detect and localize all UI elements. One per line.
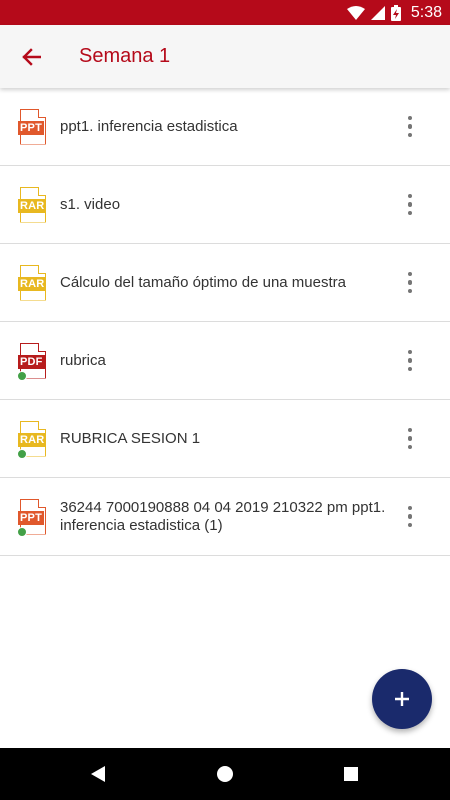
nav-home-button[interactable] (195, 748, 255, 800)
nav-recents-button[interactable] (321, 748, 381, 800)
more-options-icon[interactable] (398, 424, 422, 454)
file-type-label: PDF (18, 354, 45, 369)
plus-icon (395, 692, 409, 706)
more-options-icon[interactable] (398, 268, 422, 298)
more-options-icon[interactable] (398, 502, 422, 532)
file-row[interactable]: RAR RUBRICA SESION 1 (0, 400, 450, 478)
app-bar: Semana 1 (0, 25, 450, 88)
file-row[interactable]: PDF rubrica (0, 322, 450, 400)
file-type-label: RAR (18, 432, 47, 447)
page-title: Semana 1 (79, 45, 171, 67)
more-options-icon[interactable] (398, 112, 422, 142)
recents-square-icon (344, 767, 358, 781)
status-bar: 5:38 (0, 0, 450, 25)
file-row[interactable]: PPT ppt1. inferencia estadistica (0, 88, 450, 166)
file-name: s1. video (60, 195, 121, 213)
file-name: Cálculo del tamaño óptimo de una muestra (60, 273, 346, 291)
ppt-file-icon: PPT (17, 498, 48, 537)
navigation-bar (0, 748, 450, 800)
status-dot-icon (17, 370, 27, 381)
more-options-icon[interactable] (398, 190, 422, 220)
file-type-label: PPT (18, 120, 44, 135)
add-file-button[interactable] (372, 669, 432, 729)
wifi-icon (346, 5, 365, 20)
rar-file-icon: RAR (18, 264, 48, 301)
file-name: ppt1. inferencia estadistica (60, 117, 238, 135)
home-circle-icon (217, 766, 233, 782)
status-dot-icon (17, 448, 27, 459)
file-row[interactable]: RAR s1. video (0, 166, 450, 244)
signal-icon (370, 5, 385, 20)
file-type-label: RAR (18, 276, 47, 291)
file-list: PPT ppt1. inferencia estadistica RAR s1. vi… (0, 88, 450, 556)
ppt-file-icon: PPT (18, 108, 48, 145)
rar-file-icon: RAR (18, 186, 48, 223)
status-time: 5:38 (410, 3, 442, 21)
more-options-icon[interactable] (398, 346, 422, 376)
pdf-file-icon: PDF (17, 342, 48, 381)
file-row[interactable]: RAR Cálculo del tamaño óptimo de una mues… (0, 244, 450, 322)
file-type-label: PPT (18, 510, 44, 525)
back-button[interactable] (0, 25, 62, 88)
file-name: 36244 7000190888 04 04 2019 210322 pm pp… (60, 498, 386, 534)
status-dot-icon (17, 526, 27, 537)
back-triangle-icon (91, 766, 105, 782)
rar-file-icon: RAR (17, 420, 48, 459)
battery-charging-icon (390, 4, 401, 21)
file-name: RUBRICA SESION 1 (60, 429, 201, 447)
file-row[interactable]: PPT 36244 7000190888 04 04 2019 210322 pm… (0, 478, 450, 556)
file-type-label: RAR (18, 198, 47, 213)
file-name: rubrica (60, 351, 106, 369)
arrow-back-icon (22, 47, 41, 66)
nav-back-button[interactable] (68, 748, 128, 800)
